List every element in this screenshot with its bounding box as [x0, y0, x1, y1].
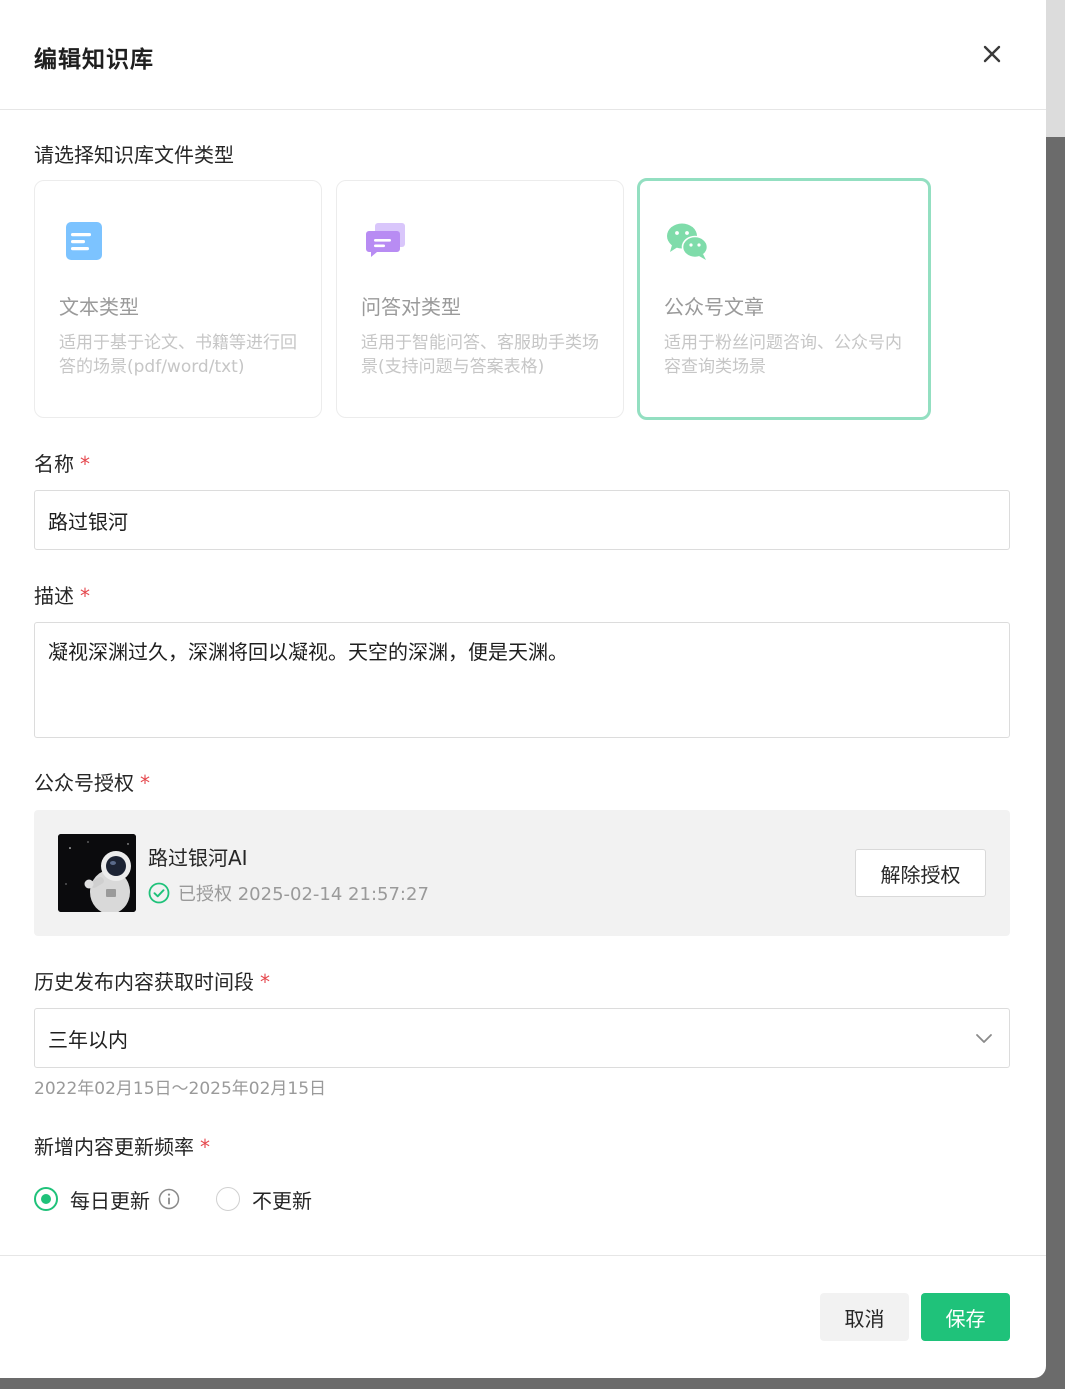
edit-knowledge-base-dialog: 编辑知识库 请选择知识库文件类型 文本类型 适用于基于论文、书籍等进行回答的场景… [0, 0, 1046, 1378]
radio-no-update[interactable] [216, 1187, 240, 1211]
dialog-title: 编辑知识库 [34, 47, 154, 73]
auth-status: 已授权 2025-02-14 21:57:27 [148, 880, 429, 906]
desc-field-label: 描述 * [34, 580, 90, 609]
frequency-radio-group: 每日更新 不更新 [34, 1184, 312, 1214]
auth-field-label: 公众号授权 * [34, 767, 150, 796]
name-field-label: 名称 * [34, 448, 90, 477]
label-text: 名称 [34, 452, 74, 476]
type-card-wechat-articles[interactable]: 公众号文章 适用于粉丝问题咨询、公众号内容查询类场景 [637, 178, 931, 420]
text-doc-icon [66, 222, 102, 260]
chevron-down-icon [976, 1034, 992, 1043]
close-icon[interactable] [976, 38, 1008, 70]
required-asterisk: * [80, 584, 90, 608]
type-card-qa[interactable]: 问答对类型 适用于智能问答、客服助手类场景(支持问题与答案表格) [336, 180, 624, 418]
date-range-hint: 2022年02月15日～2025年02月15日 [34, 1079, 327, 1099]
astronaut-image [58, 834, 136, 912]
check-circle-icon [148, 882, 170, 904]
radio-label-none[interactable]: 不更新 [252, 1185, 312, 1214]
backdrop [1046, 0, 1065, 137]
radio-label-daily[interactable]: 每日更新 [70, 1185, 150, 1214]
type-card-text[interactable]: 文本类型 适用于基于论文、书籍等进行回答的场景(pdf/word/txt) [34, 180, 322, 418]
save-button[interactable]: 保存 [921, 1293, 1010, 1341]
wechat-icon [667, 223, 709, 260]
qa-chat-icon [366, 223, 405, 257]
type-section-label: 请选择知识库文件类型 [34, 143, 234, 167]
cancel-button[interactable]: 取消 [820, 1293, 909, 1341]
required-asterisk: * [80, 452, 90, 476]
card-title: 公众号文章 [664, 295, 764, 319]
frequency-field-label: 新增内容更新频率 * [34, 1131, 210, 1160]
account-avatar [58, 834, 136, 912]
dialog-header: 编辑知识库 [0, 0, 1046, 110]
required-asterisk: * [200, 1135, 210, 1159]
card-description: 适用于智能问答、客服助手类场景(支持问题与答案表格) [361, 333, 599, 377]
name-input[interactable]: 路过银河 [34, 490, 1010, 550]
history-period-select[interactable]: 三年以内 [34, 1008, 1010, 1068]
account-name: 路过银河AI [148, 846, 248, 870]
auth-status-text: 已授权 2025-02-14 21:57:27 [178, 884, 429, 905]
required-asterisk: * [260, 970, 270, 994]
type-card-group: 文本类型 适用于基于论文、书籍等进行回答的场景(pdf/word/txt) 问答… [34, 178, 1014, 420]
card-description: 适用于基于论文、书籍等进行回答的场景(pdf/word/txt) [59, 333, 297, 377]
radio-daily-update[interactable] [34, 1187, 58, 1211]
card-title: 问答对类型 [361, 295, 461, 319]
label-text: 描述 [34, 584, 74, 608]
history-field-label: 历史发布内容获取时间段 * [34, 966, 270, 995]
info-icon[interactable] [158, 1188, 180, 1210]
card-title: 文本类型 [59, 295, 139, 319]
label-text: 历史发布内容获取时间段 [34, 970, 254, 994]
select-value: 三年以内 [48, 1027, 128, 1052]
required-asterisk: * [140, 771, 150, 795]
label-text: 新增内容更新频率 [34, 1135, 194, 1159]
footer-divider [0, 1255, 1046, 1256]
revoke-auth-button[interactable]: 解除授权 [855, 849, 986, 897]
card-description: 适用于粉丝问题咨询、公众号内容查询类场景 [664, 333, 902, 377]
label-text: 公众号授权 [34, 771, 134, 795]
description-textarea[interactable]: 凝视深渊过久，深渊将回以凝视。天空的深渊，便是天渊。 [34, 622, 1010, 738]
account-auth-card: 路过银河AI 已授权 2025-02-14 21:57:27 解除授权 [34, 810, 1010, 936]
